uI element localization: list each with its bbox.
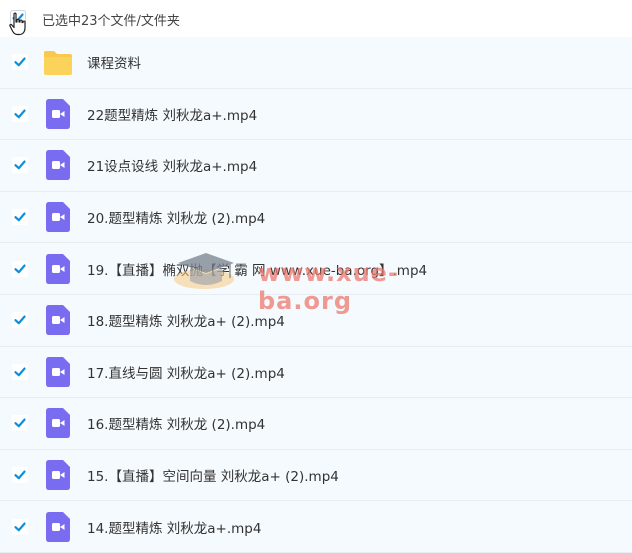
list-item[interactable]: 15.【直播】空间向量 刘秋龙a+ (2).mp4 (0, 449, 632, 502)
item-name[interactable]: 16.题型精炼 刘秋龙 (2).mp4 (87, 413, 265, 433)
item-name[interactable]: 15.【直播】空间向量 刘秋龙a+ (2).mp4 (87, 465, 339, 485)
list-item[interactable]: 20.题型精炼 刘秋龙 (2).mp4 (0, 191, 632, 244)
video-file-icon (46, 511, 70, 542)
item-checkbox[interactable] (12, 415, 28, 432)
item-checkbox[interactable] (12, 260, 28, 277)
item-checkbox[interactable] (12, 157, 28, 174)
selection-header: 已选中23个文件/文件夹 (0, 0, 632, 37)
list-item[interactable]: 课程资料 (0, 37, 632, 89)
list-item[interactable]: 22题型精炼 刘秋龙a+.mp4 (0, 88, 632, 141)
video-file-icon (46, 98, 70, 129)
list-item[interactable]: 21设点设线 刘秋龙a+.mp4 (0, 140, 632, 192)
video-file-icon (46, 253, 70, 284)
item-name[interactable]: 14.题型精炼 刘秋龙a+.mp4 (87, 517, 261, 537)
selection-count-text: 已选中23个文件/文件夹 (42, 14, 180, 29)
item-name[interactable]: 18.题型精炼 刘秋龙a+ (2).mp4 (87, 310, 285, 330)
item-name[interactable]: 17.直线与圆 刘秋龙a+ (2).mp4 (87, 362, 285, 382)
item-checkbox[interactable] (12, 54, 28, 71)
video-file-icon (46, 356, 70, 387)
video-file-icon (46, 150, 70, 181)
video-file-icon (46, 460, 70, 491)
list-item[interactable]: 14.题型精炼 刘秋龙a+.mp4 (0, 501, 632, 553)
item-checkbox[interactable] (12, 105, 28, 122)
video-file-icon (46, 202, 70, 233)
item-name[interactable]: 21设点设线 刘秋龙a+.mp4 (87, 155, 257, 175)
item-checkbox[interactable] (12, 467, 28, 484)
list-item[interactable]: 16.题型精炼 刘秋龙 (2).mp4 (0, 398, 632, 450)
list-item[interactable]: 17.直线与圆 刘秋龙a+ (2).mp4 (0, 346, 632, 399)
item-name[interactable]: 22题型精炼 刘秋龙a+.mp4 (87, 104, 257, 124)
item-name[interactable]: 课程资料 (87, 52, 141, 72)
hand-cursor-icon (9, 12, 26, 36)
video-file-icon (46, 305, 70, 336)
item-checkbox[interactable] (12, 363, 28, 380)
item-name[interactable]: 20.题型精炼 刘秋龙 (2).mp4 (87, 207, 265, 227)
item-checkbox[interactable] (12, 518, 28, 535)
item-checkbox[interactable] (12, 209, 28, 226)
item-name[interactable]: 19.【直播】椭双抛【学 霸 网 www.xue-ba.org】.mp4 (87, 259, 427, 279)
file-list: 课程资料 22题型精炼 刘秋龙a+.mp4 21设点设线 刘秋龙a+.mp4 2… (0, 37, 632, 553)
list-item[interactable]: 19.【直播】椭双抛【学 霸 网 www.xue-ba.org】.mp4 (0, 243, 632, 295)
item-checkbox[interactable] (12, 312, 28, 329)
folder-icon (44, 51, 72, 76)
list-item[interactable]: 18.题型精炼 刘秋龙a+ (2).mp4 (0, 294, 632, 347)
video-file-icon (46, 408, 70, 439)
